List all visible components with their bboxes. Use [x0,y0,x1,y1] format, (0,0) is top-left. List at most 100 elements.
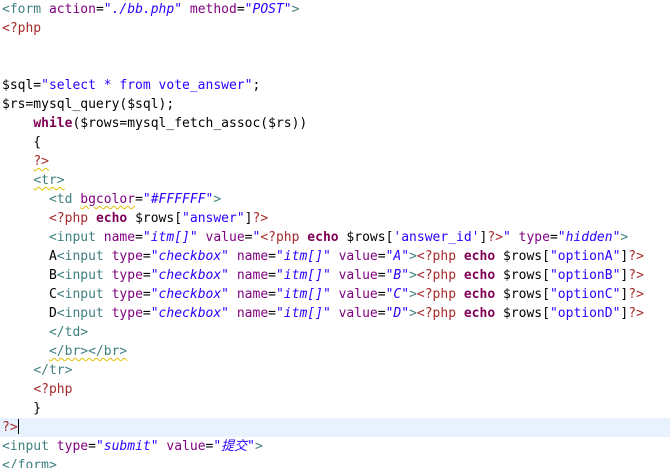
code-token: = [135,230,143,245]
code-token: type [111,268,143,283]
code-line[interactable]: ​ [0,38,670,57]
code-token: </form> [2,458,57,468]
code-token: name [236,306,269,321]
code-line[interactable]: { [0,133,670,152]
code-token: ?> [252,211,269,226]
code-token: "optionC" [549,287,621,302]
code-token: name [236,249,269,264]
code-token: > [409,306,417,321]
code-token: <input [56,249,112,264]
code-token: <input [2,439,57,454]
code-token: > [291,2,300,17]
code-token: = [244,230,253,245]
code-line[interactable]: </form> [0,456,670,468]
code-token: $rows[ [495,249,550,264]
code-line[interactable]: ?> [0,152,670,171]
code-token: type [56,439,89,454]
code-line[interactable]: </td> [0,323,670,342]
code-token: "#FFFFFF" [142,192,214,207]
code-token: value [338,249,378,264]
code-token: </br></br> [48,344,128,359]
code-token: <input [56,287,112,302]
code-token: value [338,268,378,283]
code-line[interactable]: B<input type="checkbox" name="itm[]" val… [0,266,670,285]
code-line[interactable]: D<input type="checkbox" name="itm[]" val… [0,304,670,323]
code-line[interactable]: $rs=mysql_query($sql); [0,95,670,114]
code-token: <?php [416,306,457,321]
code-line[interactable]: $sql="select * from vote_answer"; [0,76,670,95]
code-token: D [2,306,57,321]
code-token: > [409,249,417,264]
code-line[interactable]: </tr> [0,361,670,380]
code-token: "checkbox" [150,249,230,264]
code-token: B [2,268,57,283]
code-line[interactable]: <td bgcolor="#FFFFFF"> [0,190,670,209]
code-token: = [88,439,96,454]
code-line[interactable]: A<input type="checkbox" name="itm[]" val… [0,247,670,266]
code-line[interactable]: <?php [0,380,670,399]
code-token: <?php [416,287,457,302]
code-token: "提交" [213,439,256,454]
code-token: = [142,287,151,302]
code-token: } [2,401,42,416]
code-line[interactable]: <input name="itm[]" value="<?php echo $r… [0,228,670,247]
code-token: echo [463,249,496,264]
code-token: > [409,287,417,302]
code-line[interactable]: C<input type="checkbox" name="itm[]" val… [0,285,670,304]
code-token: = [377,287,386,302]
code-token: = [142,249,151,264]
code-token: $sql= [2,78,42,93]
code-token: <input [56,306,112,321]
code-token: type [111,306,143,321]
code-token: bgcolor [80,192,136,207]
code-token: = [268,306,276,321]
code-token: "answer" [182,211,245,226]
code-line[interactable]: <form action="./bb.php" method="POST"> [0,0,670,19]
code-token: "checkbox" [150,287,230,302]
code-line[interactable]: <?php [0,19,670,38]
code-token: " [502,230,511,245]
code-token: $rows[ [495,268,550,283]
code-token: <?php [2,21,42,36]
code-token: <input [56,268,112,283]
code-line[interactable]: <input type="submit" value="提交"> [0,437,670,456]
text-cursor [17,419,19,434]
code-editor[interactable]: <form action="./bb.php" method="POST"> <?… [0,0,670,468]
code-line[interactable]: ​ [0,57,670,76]
code-token: ?> [628,306,644,321]
code-token: A [2,249,57,264]
code-line[interactable]: <tr> [0,171,670,190]
code-token: "A" [385,249,410,264]
code-token: "./bb.php" [103,2,183,17]
code-line[interactable]: while($rows=mysql_fetch_assoc($rs)) [0,114,670,133]
code-token: > [255,439,263,454]
code-token: = [549,230,558,245]
code-token: C [2,287,57,302]
code-line[interactable]: </br></br> [0,342,670,361]
code-token: = [142,306,151,321]
code-line[interactable]: } [0,399,670,418]
code-token: value [338,306,378,321]
code-token: name [236,268,269,283]
code-line[interactable]: <?php echo $rows["answer"]?> [0,209,670,228]
code-token: type [111,249,143,264]
code-token: "itm[]" [275,287,331,302]
code-token: </td> [48,325,89,340]
code-line[interactable]: ?> [0,418,670,437]
code-token: ?> [487,230,503,245]
code-token: value [338,287,378,302]
code-token: ?> [628,268,644,283]
code-token: echo [95,211,128,226]
